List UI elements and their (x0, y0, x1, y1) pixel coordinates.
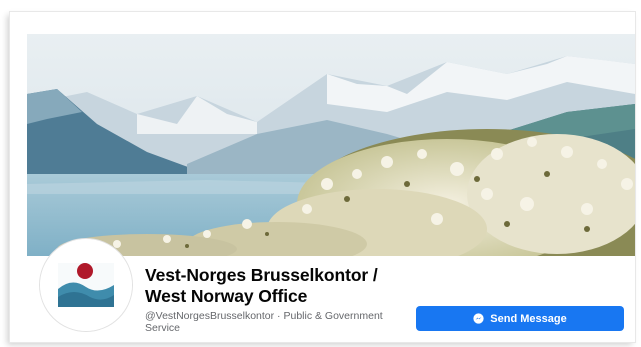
page-title: Vest-Norges Brusselkontor / West Norway … (145, 265, 415, 307)
page-username[interactable]: @VestNorgesBrusselkontor (145, 310, 274, 322)
page-title-line-1: Vest-Norges Brusselkontor / (145, 265, 378, 285)
page-meta: @VestNorgesBrusselkontor · Public & Gove… (145, 310, 415, 334)
send-message-button[interactable]: Send Message (416, 306, 624, 331)
page-profile-picture[interactable] (40, 239, 132, 331)
cover-photo[interactable] (27, 34, 635, 256)
page-header-card: Vest-Norges Brusselkontor / West Norway … (10, 12, 635, 342)
messenger-icon (473, 313, 484, 324)
page-title-line-2: West Norway Office (145, 286, 308, 306)
send-message-label: Send Message (490, 312, 567, 325)
